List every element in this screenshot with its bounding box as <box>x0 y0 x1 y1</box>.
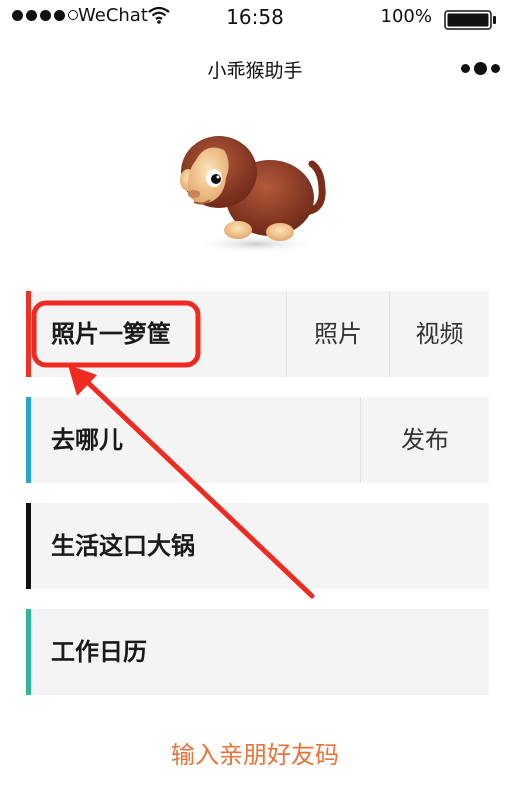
menu-card-label: 照片一箩筐 <box>51 320 171 348</box>
nav-bar: 小乖猴助手 <box>0 34 510 104</box>
menu-card-photo-basket[interactable]: 照片一箩筐 照片 视频 <box>26 291 489 377</box>
invite-code-link[interactable]: 输入亲朋好友码 <box>0 735 510 770</box>
menu-card-label: 工作日历 <box>51 638 147 666</box>
photo-button[interactable]: 照片 <box>286 291 389 377</box>
status-bar: WeChat 16:58 100% <box>0 0 510 34</box>
video-button[interactable]: 视频 <box>389 291 489 377</box>
menu-card-label: 生活这口大锅 <box>51 532 195 560</box>
battery-icon <box>444 10 496 30</box>
clock: 16:58 <box>226 5 284 29</box>
more-icon[interactable] <box>461 62 500 75</box>
menu-card-label: 去哪儿 <box>51 426 123 454</box>
menu-card-where-to[interactable]: 去哪儿 发布 <box>26 397 489 483</box>
monkey-mascot <box>180 136 326 254</box>
publish-button[interactable]: 发布 <box>360 397 489 483</box>
battery-percentage: 100% <box>380 6 432 27</box>
menu-card-life-pot[interactable]: 生活这口大锅 <box>26 503 489 589</box>
menu-card-work-calendar[interactable]: 工作日历 <box>26 609 489 695</box>
page-title: 小乖猴助手 <box>207 60 303 82</box>
